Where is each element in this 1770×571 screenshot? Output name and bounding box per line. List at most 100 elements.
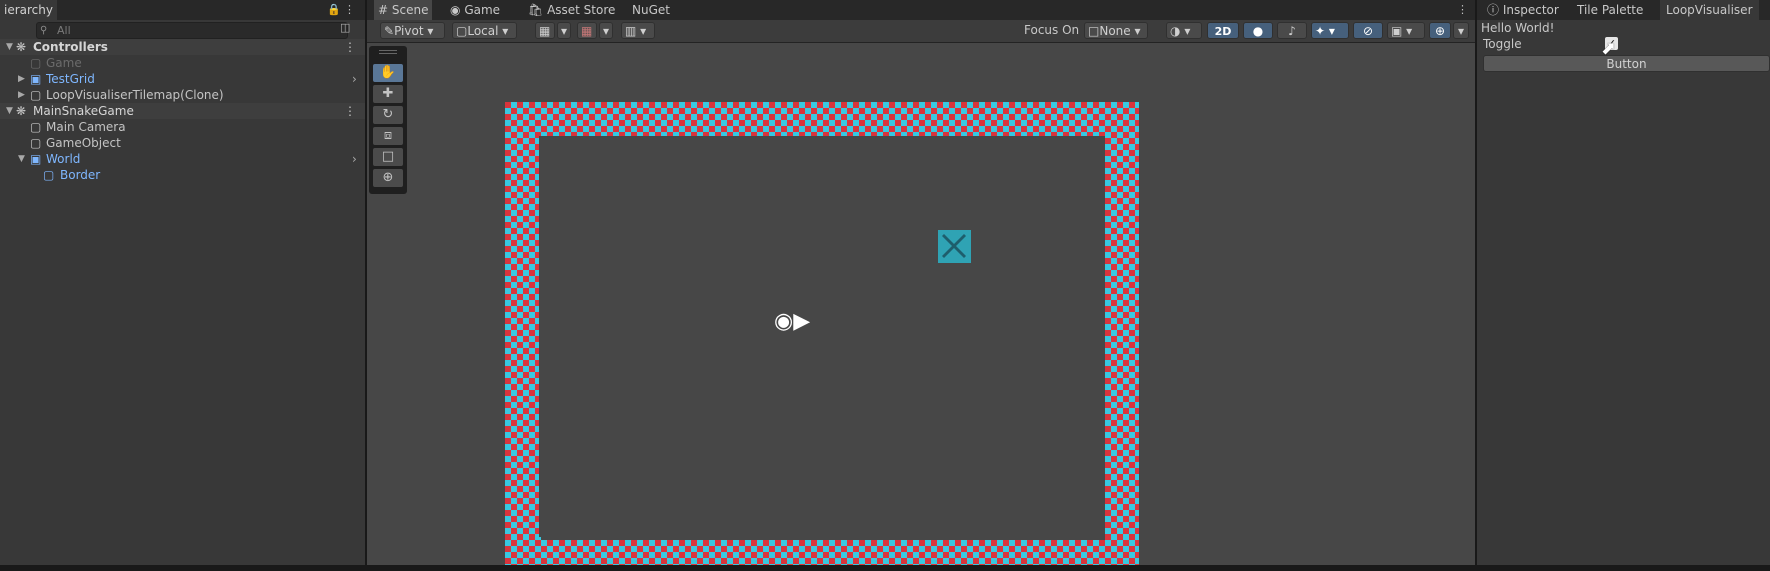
hierarchy-item-label: GameObject xyxy=(46,136,121,150)
expand-down-icon[interactable]: ▼ xyxy=(6,39,13,55)
gameobject-icon: ▢ xyxy=(30,136,42,150)
search-icon: ⚲ xyxy=(40,25,48,36)
hierarchy-item-main-camera[interactable]: ▢ Main Camera xyxy=(0,119,365,135)
tab-nuget[interactable]: NuGet xyxy=(632,0,670,20)
menu-dots-icon[interactable]: ⋮ xyxy=(344,0,355,20)
chevron-down-icon: ▾ xyxy=(603,24,610,38)
grid-snap-button[interactable]: ▦ xyxy=(535,22,555,39)
expand-right-icon[interactable]: ▶ xyxy=(18,87,25,103)
tile-x-marker[interactable] xyxy=(938,230,971,263)
prefab-icon: ▣ xyxy=(30,152,42,166)
tab-loopvisualiser[interactable]: LoopVisualiser xyxy=(1660,0,1759,20)
hierarchy-search-input[interactable]: ⚲ All xyxy=(36,22,348,39)
tab-label: Tile Palette xyxy=(1577,3,1644,17)
tab-label: Scene xyxy=(391,3,429,17)
tab-label: Inspector xyxy=(1502,3,1559,17)
chevron-down-icon: ▾ xyxy=(1406,24,1413,38)
inspector-button[interactable]: Button xyxy=(1483,55,1770,72)
tab-asset-store[interactable]: 🛍 Asset Store xyxy=(528,0,615,20)
tab-label: NuGet xyxy=(632,3,670,17)
gameobject-icon: ▢ xyxy=(30,56,42,70)
shading-mode-dropdown[interactable]: ◑ ▾ xyxy=(1166,22,1202,39)
lock-icon[interactable]: 🔒 xyxy=(327,0,341,20)
expand-down-icon[interactable]: ▼ xyxy=(18,151,25,167)
tab-label: Game xyxy=(464,3,501,17)
hierarchy-tab[interactable]: ierarchy xyxy=(0,0,57,20)
chevron-down-icon: ▾ xyxy=(1328,24,1335,38)
chevron-right-icon[interactable]: › xyxy=(352,71,357,87)
move-tool-button[interactable]: ✚ xyxy=(373,85,403,103)
audio-mute-icon: ♪ xyxy=(1288,24,1296,38)
hierarchy-item-label: TestGrid xyxy=(46,72,95,86)
scene-toolbar: ✎Pivot ▾ ▢Local ▾ ▦ ▾ ▦ ▾ ▥ ▾ Focus On □… xyxy=(367,20,1475,43)
gamepad-icon: ◉ xyxy=(450,3,461,17)
status-bar xyxy=(0,565,1770,571)
hierarchy-item-mainsnakegame[interactable]: ▼ ❋ MainSnakeGame ⋮ xyxy=(0,103,365,119)
rotate-tool-icon: ↻ xyxy=(382,107,394,122)
gizmos-icon: ⊕ xyxy=(1434,24,1446,38)
rect-tool-icon: □ xyxy=(381,149,395,164)
scale-tool-button[interactable]: ⧈ xyxy=(373,127,403,145)
scene-visibility-toggle[interactable]: ⊘ xyxy=(1353,22,1383,39)
mode-2d-toggle[interactable]: 2D xyxy=(1207,22,1239,39)
effects-dropdown[interactable]: ✦ ▾ xyxy=(1311,22,1349,39)
hierarchy-item-world[interactable]: ▼ ▣ World › xyxy=(0,151,365,167)
increment-snap-button[interactable]: ▦ xyxy=(577,22,597,39)
focus-icon: □ xyxy=(1088,24,1100,38)
local-dropdown[interactable]: ▢Local ▾ xyxy=(452,22,517,39)
scene-tab-icon: # xyxy=(378,3,389,17)
expand-right-icon[interactable]: ▶ xyxy=(18,71,25,87)
camera-gizmo-icon[interactable]: ◉▶ xyxy=(774,311,810,333)
create-icon[interactable]: ◫ xyxy=(340,21,350,34)
audio-toggle[interactable]: ♪ xyxy=(1277,22,1307,39)
transform-tool-icon: ⊕ xyxy=(382,170,394,185)
lighting-toggle[interactable]: ● xyxy=(1243,22,1273,39)
grid-visibility-dropdown[interactable]: ▥ ▾ xyxy=(621,22,655,39)
grid-visibility-icon: ▥ xyxy=(625,24,637,38)
hierarchy-item-loopvisualiser[interactable]: ▶ ▢ LoopVisualiserTilemap(Clone) xyxy=(0,87,365,103)
expand-down-icon[interactable]: ▼ xyxy=(6,103,13,119)
focus-none-dropdown[interactable]: □None ▾ xyxy=(1084,22,1148,39)
tab-inspector[interactable]: ⓘ Inspector xyxy=(1484,0,1562,20)
snap-icon: ▦ xyxy=(581,24,593,38)
focus-value: None xyxy=(1099,24,1131,38)
hierarchy-item-testgrid[interactable]: ▶ ▣ TestGrid › xyxy=(0,71,365,87)
hello-label: Hello World! xyxy=(1481,21,1555,35)
scene-panel: # Scene ◉ Game 🛍 Asset Store NuGet ⋮ ✎Pi… xyxy=(367,0,1475,571)
gameobject-icon: ▢ xyxy=(30,88,42,102)
tab-game[interactable]: ◉ Game xyxy=(450,0,500,20)
hierarchy-tab-bar: ierarchy 🔒 ⋮ xyxy=(0,0,365,20)
rect-tool-button[interactable]: □ xyxy=(373,148,403,166)
gizmos-toggle[interactable]: ⊕ xyxy=(1429,22,1451,39)
menu-dots-icon[interactable]: ⋮ xyxy=(344,103,356,119)
menu-dots-icon[interactable]: ⋮ xyxy=(1457,0,1468,20)
hierarchy-item-controllers[interactable]: ▼ ❋ Controllers ⋮ xyxy=(0,39,365,55)
gizmos-dropdown[interactable]: ▾ xyxy=(1453,22,1469,39)
menu-dots-icon[interactable]: ⋮ xyxy=(344,39,356,55)
inspector-panel: ⓘ Inspector Tile Palette LoopVisualiser … xyxy=(1477,0,1770,571)
focus-on-label: Focus On xyxy=(1024,23,1080,37)
chevron-down-icon: ▾ xyxy=(427,24,434,38)
pivot-dropdown[interactable]: ✎Pivot ▾ xyxy=(380,22,445,39)
toggle-label: Toggle xyxy=(1483,37,1522,51)
overlay-drag-handle[interactable] xyxy=(379,50,397,54)
increment-snap-dropdown[interactable]: ▾ xyxy=(599,22,613,39)
chevron-down-icon: ▾ xyxy=(1184,24,1191,38)
search-placeholder: All xyxy=(57,24,71,37)
tab-scene[interactable]: # Scene xyxy=(374,0,433,20)
mouse-cursor-icon: ⬈ xyxy=(1601,38,1617,59)
video-camera-icon: ▣ xyxy=(1391,24,1403,38)
hand-tool-button[interactable]: ✋ xyxy=(373,64,403,82)
scene-tab-bar: # Scene ◉ Game 🛍 Asset Store NuGet ⋮ xyxy=(367,0,1475,20)
camera-settings-dropdown[interactable]: ▣ ▾ xyxy=(1387,22,1425,39)
transform-tool-button[interactable]: ⊕ xyxy=(373,169,403,187)
grid-snap-dropdown[interactable]: ▾ xyxy=(557,22,571,39)
rotate-tool-button[interactable]: ↻ xyxy=(373,106,403,124)
chevron-right-icon[interactable]: › xyxy=(352,151,357,167)
hierarchy-item-game[interactable]: ▢ Game xyxy=(0,55,365,71)
hierarchy-item-label: Controllers xyxy=(33,40,108,54)
gameobject-icon: ▢ xyxy=(30,120,42,134)
hierarchy-item-gameobject[interactable]: ▢ GameObject xyxy=(0,135,365,151)
hierarchy-item-border[interactable]: ▢ Border xyxy=(0,167,365,183)
tab-tile-palette[interactable]: Tile Palette xyxy=(1577,0,1643,20)
